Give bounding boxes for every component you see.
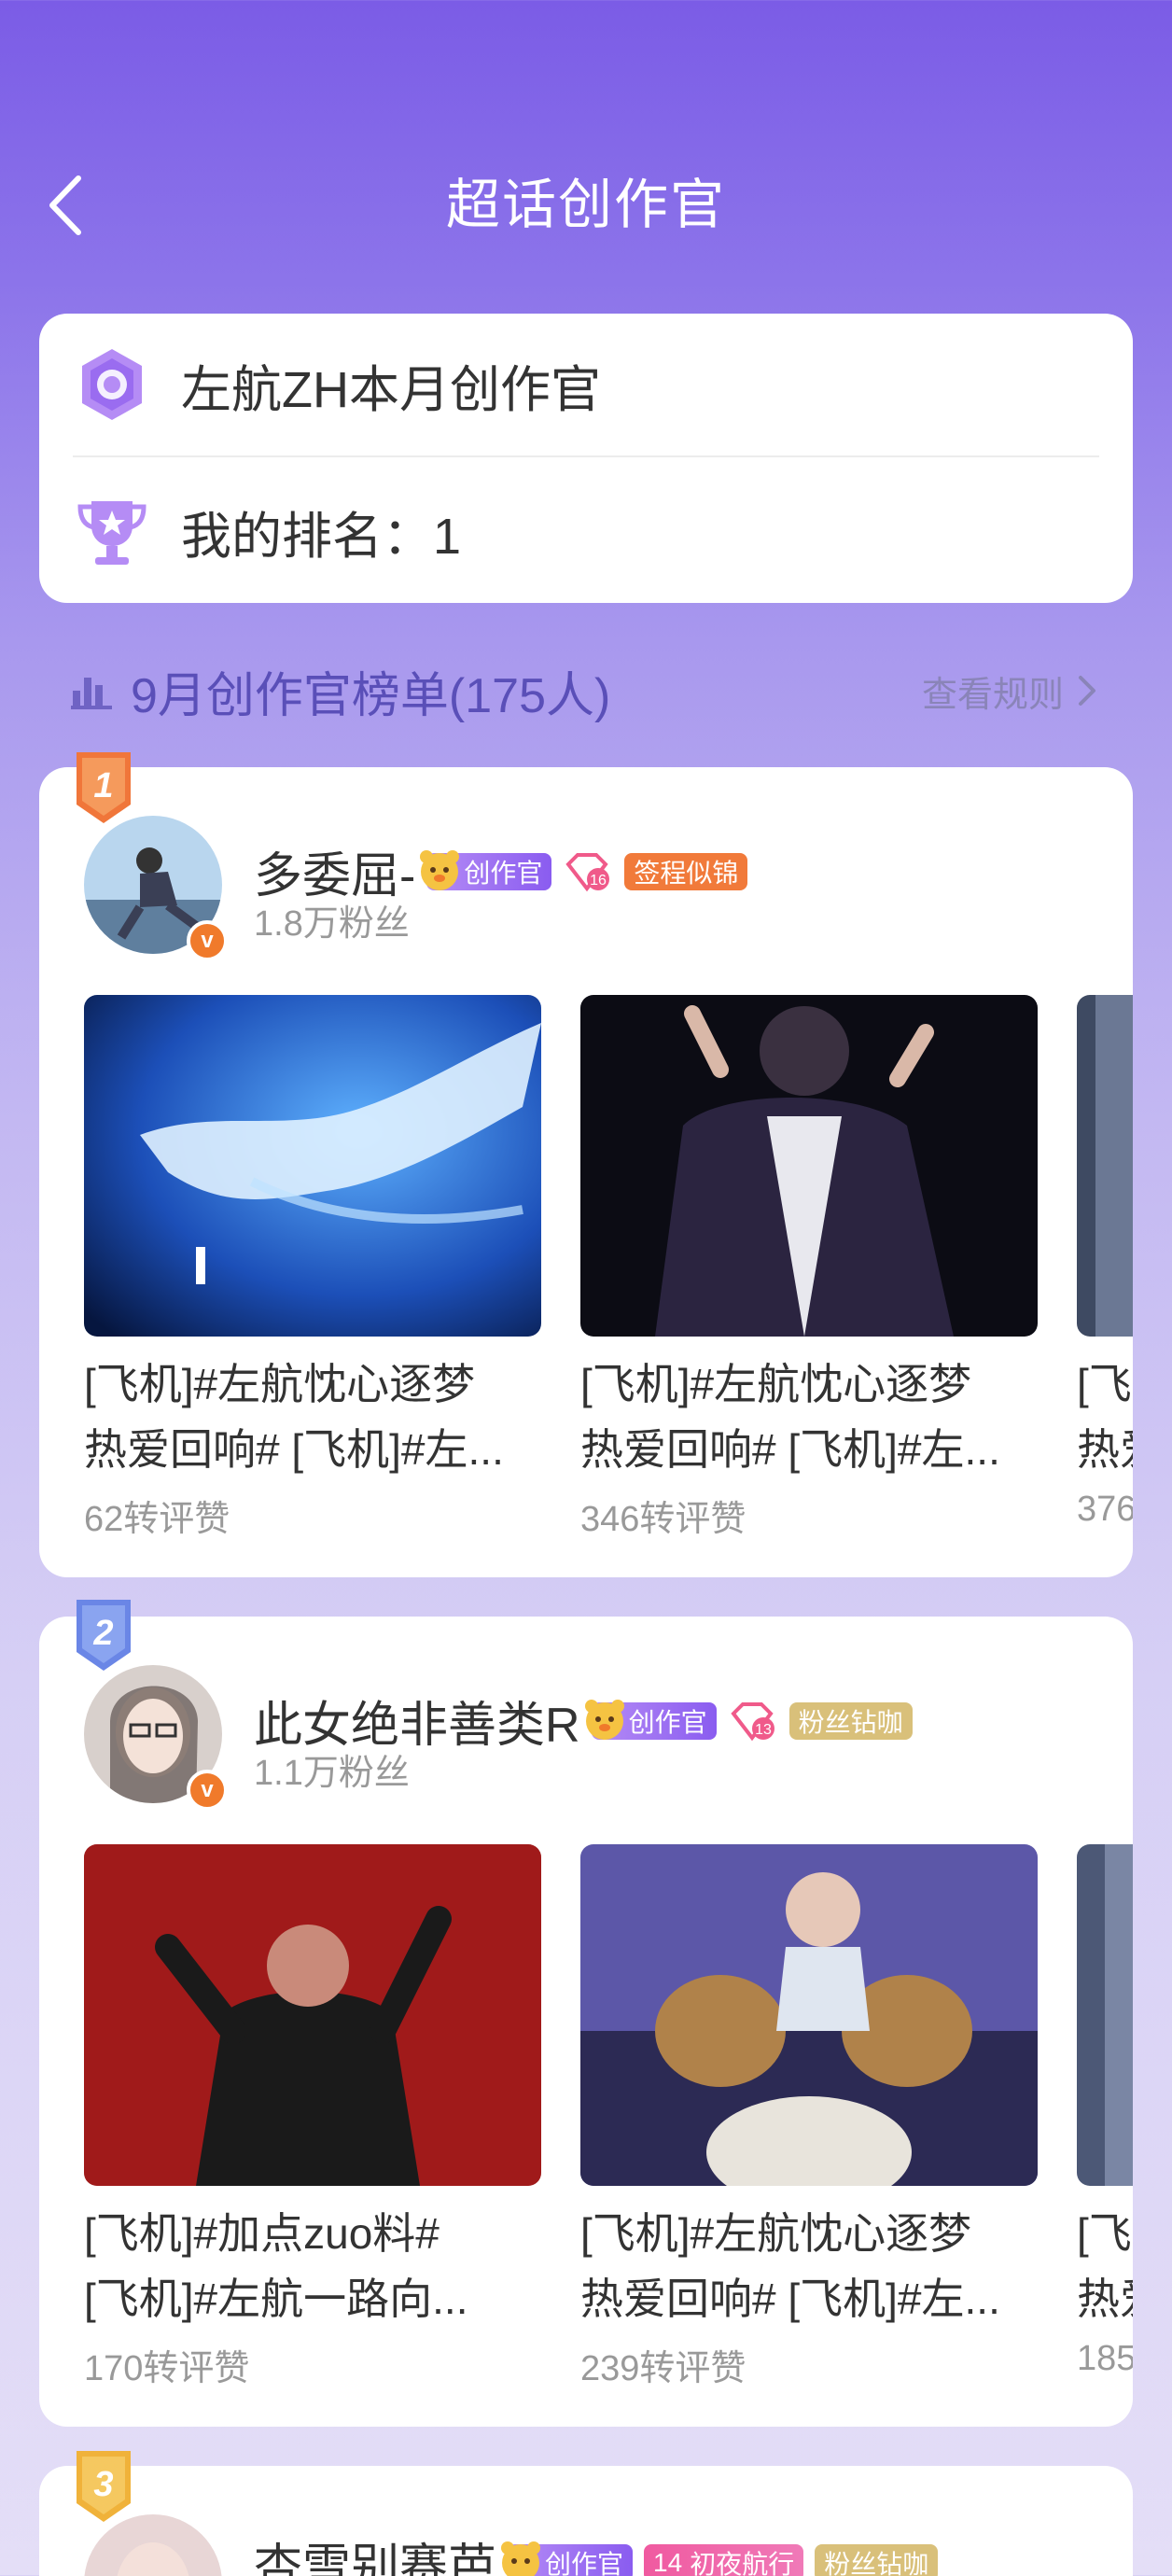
- page-title: 超话创作官: [445, 175, 726, 235]
- post-list: [飞机]#加点zuo料# [飞机]#左航一路向... 170转评赞 [飞机]#左…: [84, 1844, 1133, 2404]
- rank-badge-1: 1: [77, 752, 131, 823]
- post-stats: 62转评赞: [84, 1500, 230, 1539]
- post-stats: 170转评赞: [84, 2349, 250, 2388]
- rank-badge-2: 2: [77, 1600, 131, 1671]
- user-avatar[interactable]: v: [84, 1665, 228, 1811]
- creator-tag-label: 创作官: [628, 1707, 707, 1737]
- bar-chart-icon: [71, 678, 112, 709]
- svg-text:2: 2: [92, 1614, 113, 1653]
- creator-tag-label: 创作官: [464, 858, 543, 888]
- ranking-title: 9月创作官榜单(175人): [131, 668, 611, 723]
- post-stats: 376: [1077, 1490, 1133, 1529]
- bear-mascot-icon: [584, 1699, 624, 1740]
- view-rules-link[interactable]: 查看规则: [922, 665, 1097, 717]
- user-name[interactable]: 杏雪别赛芭: [254, 2527, 496, 2576]
- creator-title: 左航ZH本月创作官: [181, 361, 601, 418]
- rank-card[interactable]: 杏雪别赛芭 创作官 14 初夜航行 粉丝钻咖: [39, 2466, 1133, 2576]
- svg-text:1: 1: [93, 766, 113, 805]
- post-item[interactable]: [飞机]#左航忱心逐梦 热爱回响# [飞机]#左... 62转评赞: [84, 995, 541, 1541]
- trophy-icon: [73, 492, 151, 570]
- post-text: [飞机]#左航忱心逐梦 热爱回响# [飞机]#左...: [580, 2209, 1000, 2323]
- creator-badge-icon: [73, 345, 151, 424]
- post-text: [飞 热爱: [1077, 2209, 1133, 2323]
- post-image: [84, 995, 541, 1337]
- post-image: [580, 995, 1038, 1337]
- fan-badge-secondary: 粉丝钻咖: [815, 2543, 939, 2576]
- header: 超话创作官: [0, 0, 1172, 308]
- post-text: [飞机]#加点zuo料# [飞机]#左航一路向...: [84, 2209, 468, 2323]
- user-name-row: 杏雪别赛芭 创作官 14 初夜航行 粉丝钻咖: [254, 2527, 939, 2576]
- post-stats: 185: [1077, 2339, 1133, 2378]
- post-image: [1077, 995, 1133, 1337]
- level-badge: 13: [730, 1701, 778, 1741]
- post-text: [飞机]#左航忱心逐梦 热爱回响# [飞机]#左...: [84, 1360, 504, 1474]
- fans-count: 1.8万粉丝: [254, 904, 410, 944]
- creator-info-card: 左航ZH本月创作官 我的排名：1: [39, 314, 1133, 603]
- post-text: [飞机]#左航忱心逐梦 热爱回响# [飞机]#左...: [580, 1360, 1000, 1474]
- svg-text:13: 13: [755, 1722, 772, 1738]
- post-item[interactable]: [飞机]#左航忱心逐梦 热爱回响# [飞机]#左... 346转评赞: [580, 995, 1038, 1541]
- post-item[interactable]: [飞机]#加点zuo料# [飞机]#左航一路向... 170转评赞: [84, 1844, 541, 2390]
- rank-card[interactable]: v 多委屈- 创作官 16 签程似锦 1.8万粉丝 [飞机]#左航忱心逐梦 热爱…: [39, 767, 1133, 1577]
- user-avatar[interactable]: v: [84, 816, 228, 961]
- bear-mascot-icon: [501, 2541, 541, 2576]
- post-image: [580, 1844, 1038, 2186]
- rank-badge-3: 3: [77, 2451, 131, 2522]
- level-diamond-icon: 16: [565, 852, 610, 891]
- fans-count: 1.1万粉丝: [254, 1754, 410, 1793]
- level-number: 14: [653, 2547, 683, 2576]
- creator-tag: 创作官: [584, 1699, 717, 1740]
- fan-badge-label: 初夜航行: [690, 2549, 795, 2576]
- post-image: [1077, 1844, 1133, 2186]
- level-badge: 16: [565, 852, 613, 891]
- creator-tag: 创作官: [420, 849, 552, 890]
- post-item[interactable]: [飞 热爱 185: [1077, 1844, 1133, 2379]
- verified-icon: v: [187, 1770, 228, 1811]
- post-image: [84, 1844, 541, 2186]
- svg-text:16: 16: [590, 873, 607, 889]
- my-rank: 我的排名：1: [181, 508, 462, 565]
- creator-tag-label: 创作官: [545, 2549, 624, 2576]
- my-rank-row: 我的排名：1: [73, 459, 1099, 603]
- ranking-section-header: 9月创作官榜单(175人) 查看规则: [71, 653, 1097, 728]
- fan-badge: 14 初夜航行: [644, 2543, 804, 2576]
- bear-mascot-icon: [420, 849, 460, 890]
- rank-card[interactable]: v 此女绝非善类R 创作官 13 粉丝钻咖 1.1万粉丝 [飞机]#加点zuo料…: [39, 1617, 1133, 2427]
- post-item[interactable]: [飞 热爱 376: [1077, 995, 1133, 1530]
- post-item[interactable]: [飞机]#左航忱心逐梦 热爱回响# [飞机]#左... 239转评赞: [580, 1844, 1038, 2390]
- post-stats: 346转评赞: [580, 1500, 746, 1539]
- post-stats: 239转评赞: [580, 2349, 746, 2388]
- creator-row[interactable]: 左航ZH本月创作官: [73, 314, 1099, 457]
- level-diamond-icon: 13: [730, 1701, 774, 1741]
- fan-badge: 粉丝钻咖: [788, 1701, 913, 1740]
- view-rules-label: 查看规则: [921, 675, 1064, 715]
- svg-text:3: 3: [93, 2465, 113, 2504]
- post-text: [飞 热爱: [1077, 1360, 1133, 1474]
- fan-badge: 签程似锦: [624, 852, 748, 890]
- creator-tag: 创作官: [501, 2541, 634, 2576]
- verified-icon: v: [187, 920, 228, 961]
- chevron-right-icon: [1079, 676, 1095, 706]
- post-list: [飞机]#左航忱心逐梦 热爱回响# [飞机]#左... 62转评赞 [飞机]#左…: [84, 995, 1133, 1555]
